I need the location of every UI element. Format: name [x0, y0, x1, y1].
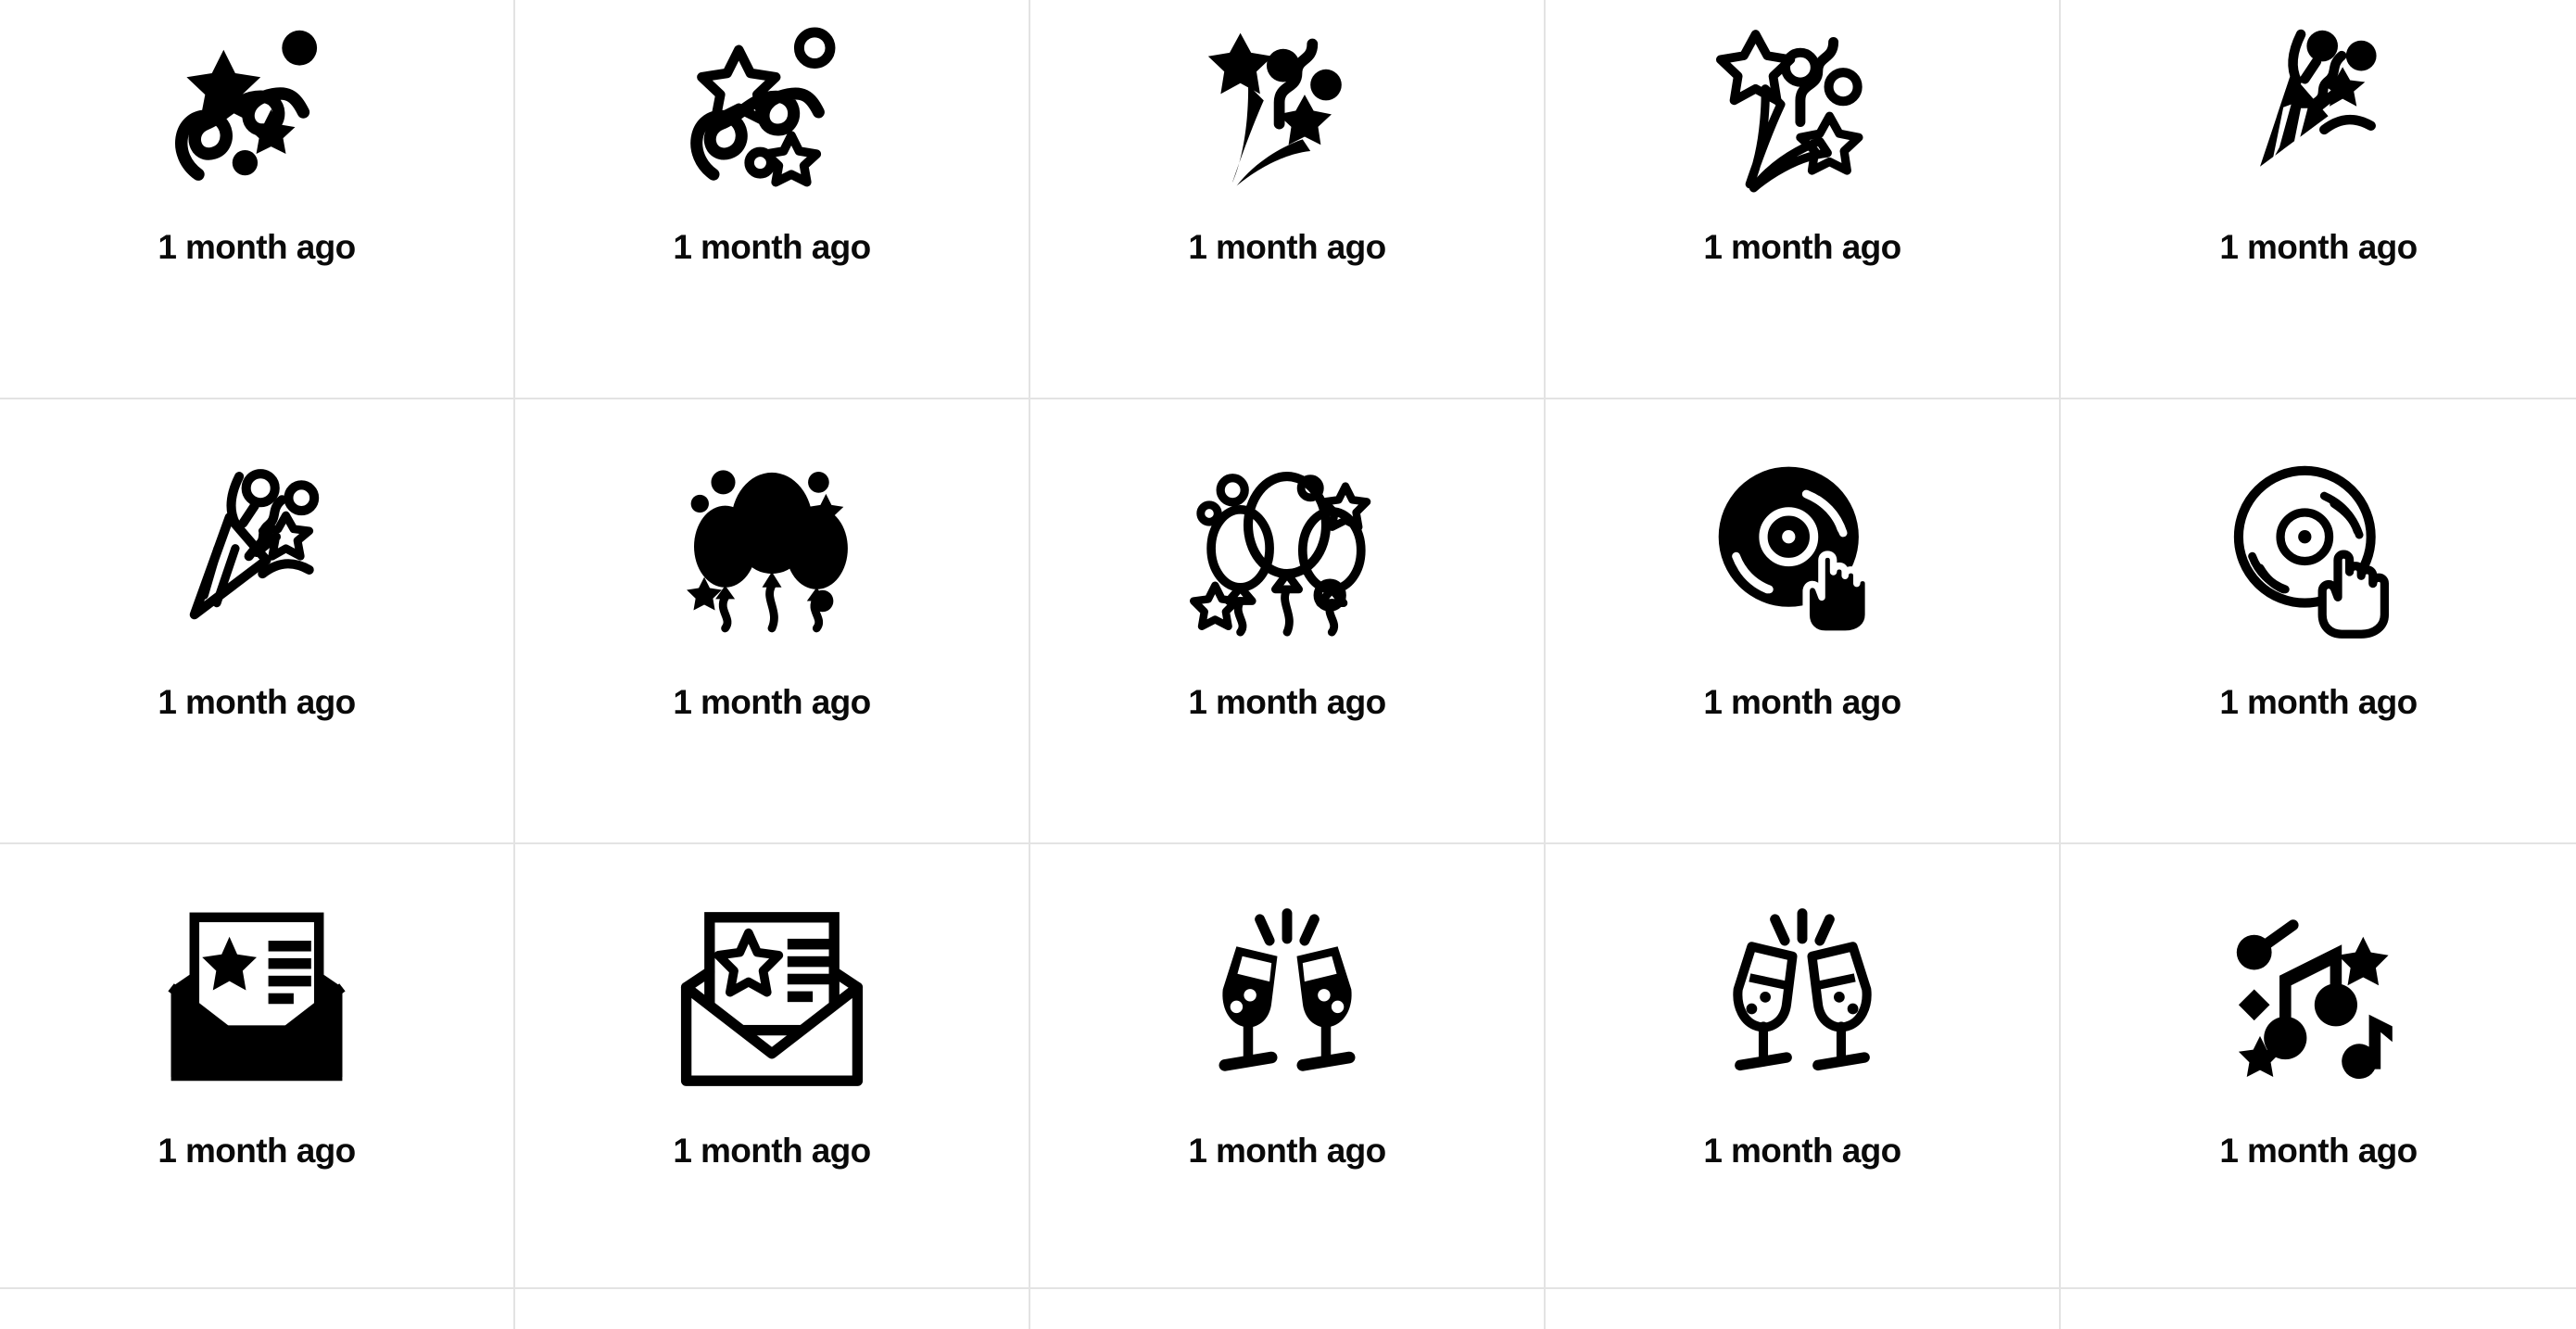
cell-caption: 1 month ago	[2219, 1132, 2418, 1170]
confetti-streamers-filled-icon	[159, 15, 354, 209]
party-popper-filled-icon	[2221, 15, 2416, 209]
cell-caption: 1 month ago	[673, 1132, 871, 1170]
cell-caption: 1 month ago	[2219, 228, 2418, 266]
vinyl-record-dj-outline-icon	[2221, 455, 2416, 650]
champagne-cheers-outline-icon	[1705, 902, 1900, 1096]
icon-cell-partial[interactable]	[0, 1289, 515, 1329]
cell-caption: 1 month ago	[158, 1132, 356, 1170]
icon-cell-party-popper-filled[interactable]: 1 month ago	[2061, 0, 2576, 399]
cell-caption: 1 month ago	[2219, 683, 2418, 721]
icon-cell-partial[interactable]	[2061, 1289, 2576, 1329]
cell-caption: 1 month ago	[158, 228, 356, 266]
firework-burst-outline-icon	[1705, 15, 1900, 209]
cell-caption: 1 month ago	[1703, 228, 1901, 266]
icon-gallery: 1 month ago 1 month ago 1 month ago 1 mo…	[0, 0, 2576, 1329]
gallery-row: 1 month ago 1 month ago 1 month ago 1 mo…	[0, 0, 2576, 399]
gallery-row-partial	[0, 1289, 2576, 1329]
cell-caption: 1 month ago	[673, 683, 871, 721]
party-popper-outline-icon	[159, 455, 354, 650]
invitation-envelope-outline-icon	[675, 902, 869, 1096]
icon-cell-partial[interactable]	[1030, 1289, 1546, 1329]
icon-cell-vinyl-record-dj-filled[interactable]: 1 month ago	[1546, 399, 2061, 844]
icon-cell-partial[interactable]	[515, 1289, 1030, 1329]
champagne-cheers-filled-icon	[1190, 902, 1384, 1096]
invitation-envelope-filled-icon	[159, 902, 354, 1096]
icon-cell-firework-burst-filled[interactable]: 1 month ago	[1030, 0, 1546, 399]
icon-cell-vinyl-record-dj-outline[interactable]: 1 month ago	[2061, 399, 2576, 844]
cell-caption: 1 month ago	[1703, 1132, 1901, 1170]
icon-cell-balloons-filled[interactable]: 1 month ago	[515, 399, 1030, 844]
cell-caption: 1 month ago	[1188, 1132, 1386, 1170]
icon-cell-confetti-streamers-outline[interactable]: 1 month ago	[515, 0, 1030, 399]
firework-burst-filled-icon	[1190, 15, 1384, 209]
gallery-row: 1 month ago 1 month ago 1 month ago 1 mo…	[0, 399, 2576, 844]
icon-cell-party-popper-outline[interactable]: 1 month ago	[0, 399, 515, 844]
music-notes-party-filled-icon	[2221, 902, 2416, 1096]
icon-cell-confetti-streamers-filled[interactable]: 1 month ago	[0, 0, 515, 399]
cell-caption: 1 month ago	[158, 683, 356, 721]
cell-caption: 1 month ago	[1703, 683, 1901, 721]
icon-cell-music-notes-party-filled[interactable]: 1 month ago	[2061, 844, 2576, 1289]
icon-cell-partial[interactable]	[1546, 1289, 2061, 1329]
cell-caption: 1 month ago	[1188, 228, 1386, 266]
icon-cell-champagne-cheers-outline[interactable]: 1 month ago	[1546, 844, 2061, 1289]
confetti-streamers-outline-icon	[675, 15, 869, 209]
gallery-row: 1 month ago 1 month ago 1 month ago 1 mo…	[0, 844, 2576, 1289]
cell-caption: 1 month ago	[1188, 683, 1386, 721]
icon-cell-invitation-envelope-outline[interactable]: 1 month ago	[515, 844, 1030, 1289]
icon-cell-invitation-envelope-filled[interactable]: 1 month ago	[0, 844, 515, 1289]
icon-cell-champagne-cheers-filled[interactable]: 1 month ago	[1030, 844, 1546, 1289]
cell-caption: 1 month ago	[673, 228, 871, 266]
vinyl-record-dj-filled-icon	[1705, 455, 1900, 650]
icon-cell-balloons-outline[interactable]: 1 month ago	[1030, 399, 1546, 844]
icon-cell-firework-burst-outline[interactable]: 1 month ago	[1546, 0, 2061, 399]
balloons-filled-icon	[675, 455, 869, 650]
balloons-outline-icon	[1190, 455, 1384, 650]
